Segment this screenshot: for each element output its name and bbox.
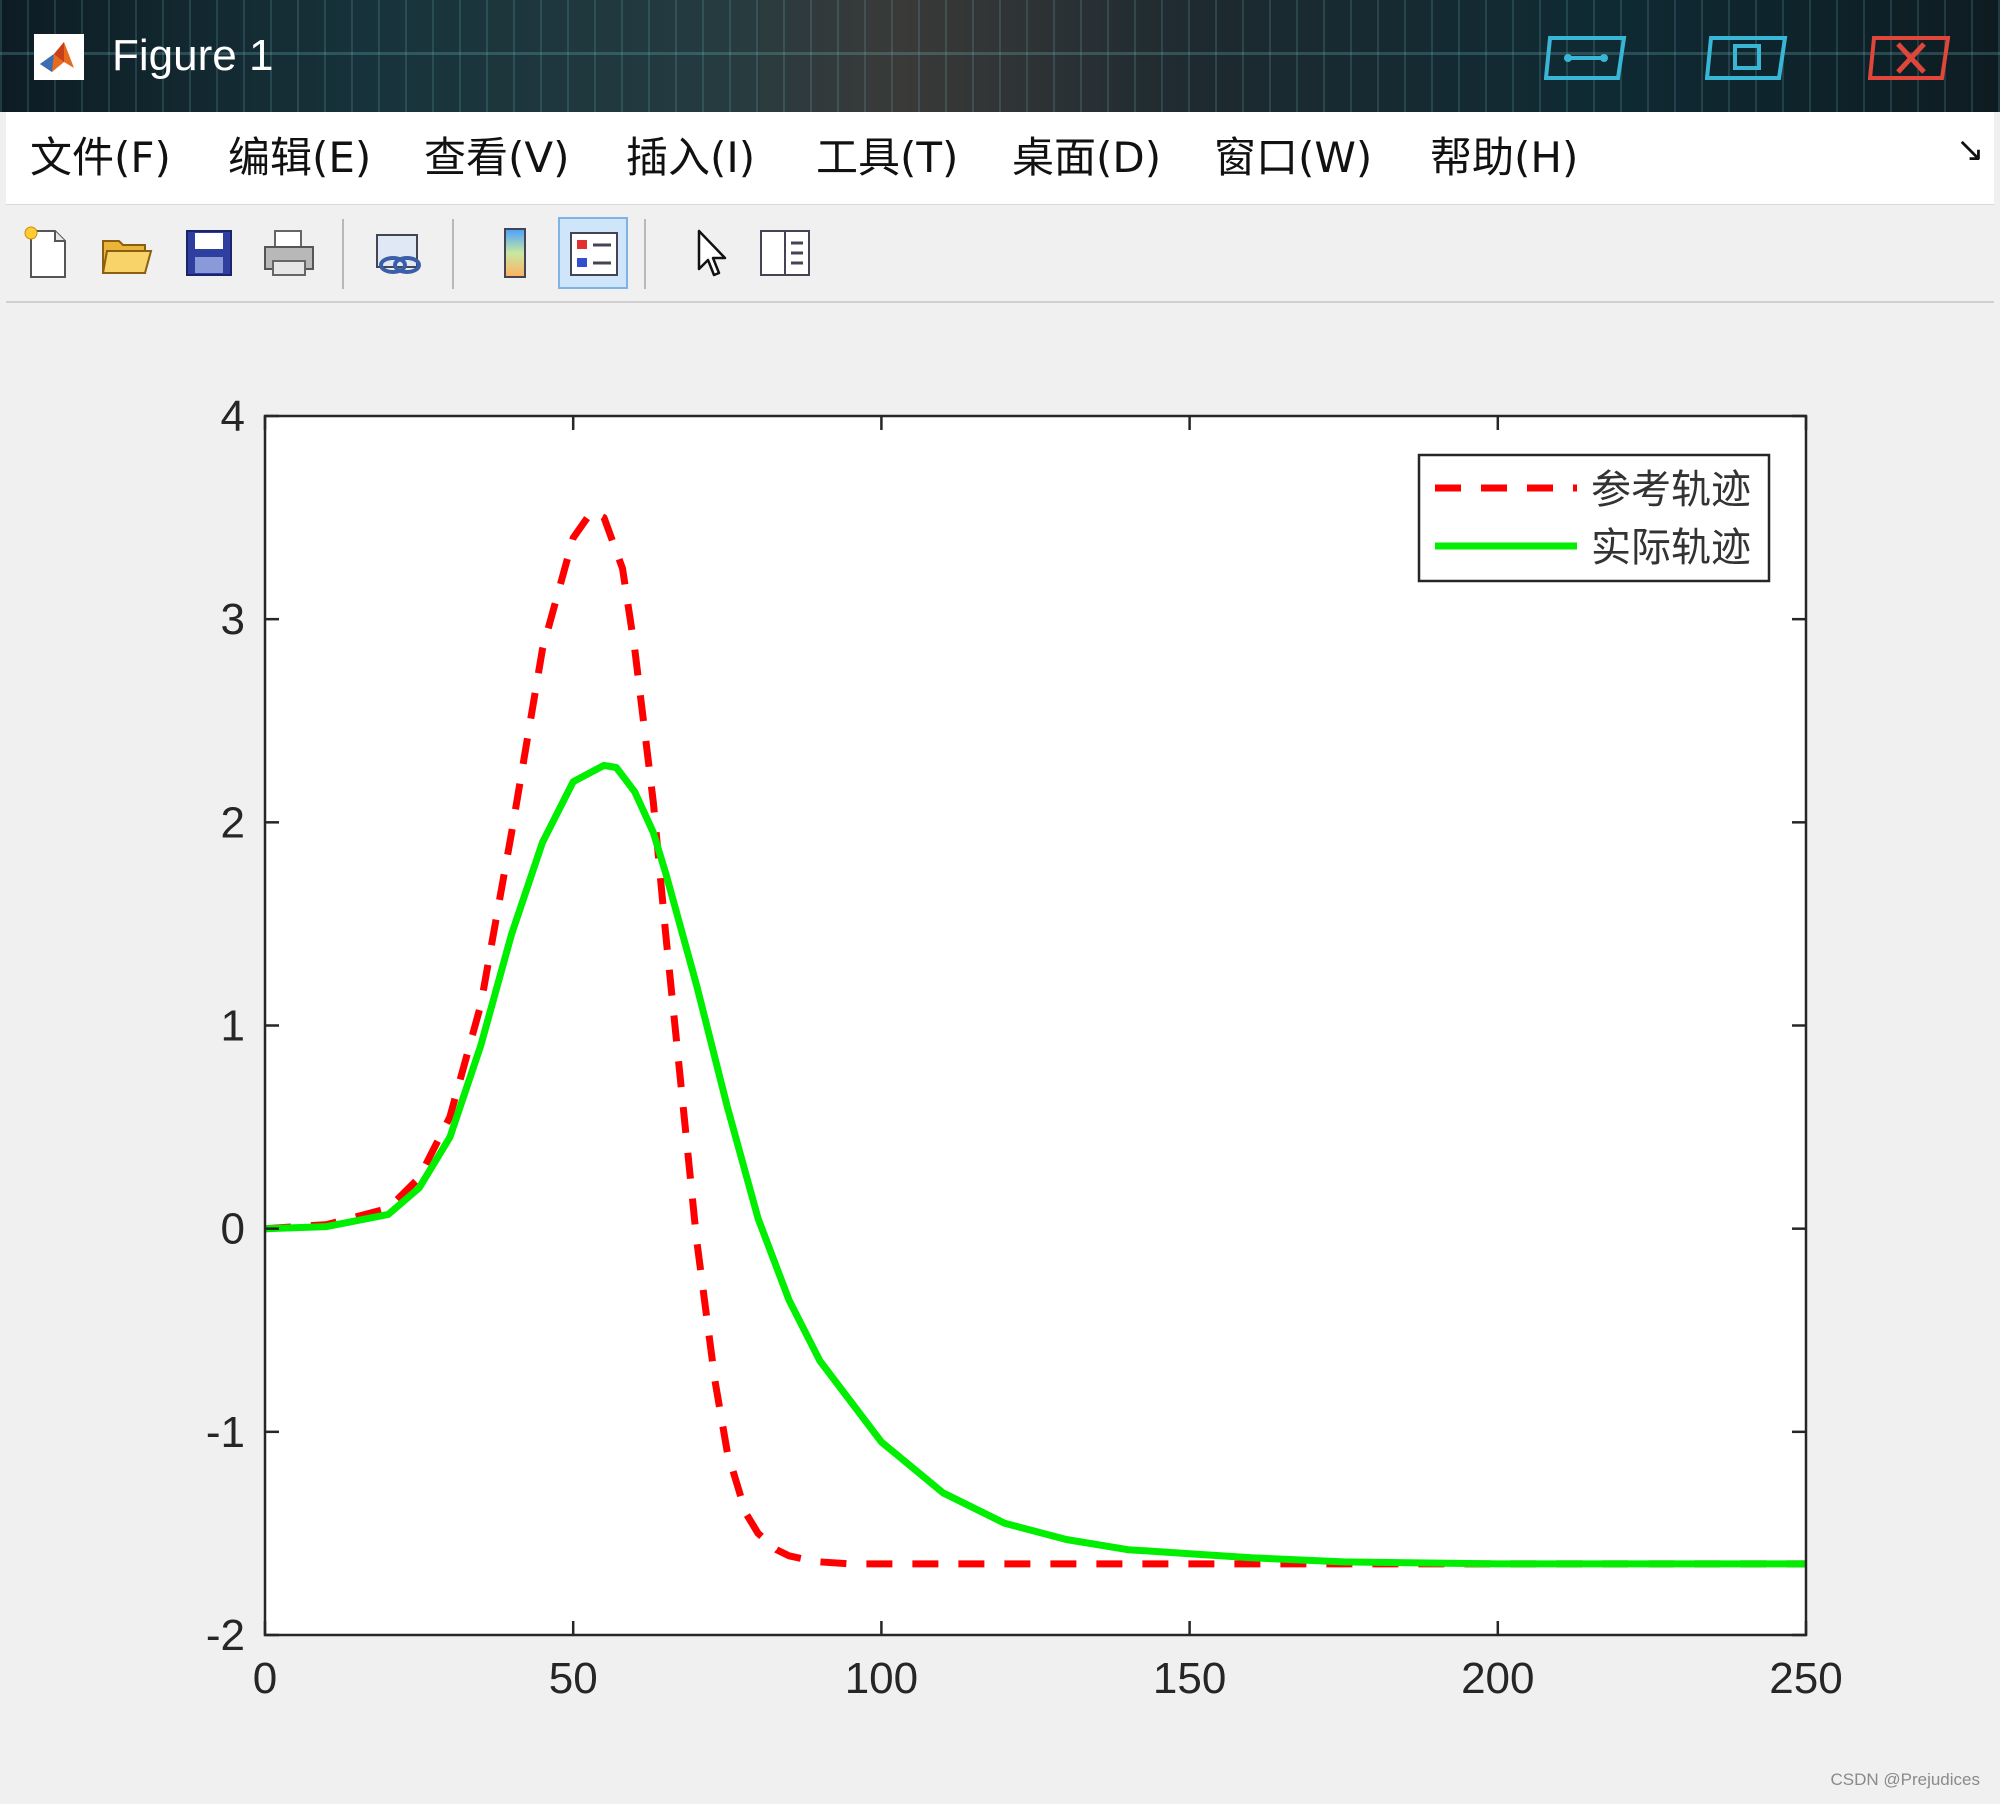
x-tick-label: 100 (845, 1654, 918, 1703)
legend-button[interactable] (558, 217, 628, 289)
watermark: CSDN @Prejudices (1830, 1770, 1980, 1789)
title-bar: Figure 1 (0, 0, 2000, 112)
close-icon[interactable] (1868, 28, 1956, 84)
menu-edit[interactable]: 编辑(E) (228, 128, 371, 188)
y-tick-label: 1 (221, 1002, 245, 1051)
maximize-icon[interactable] (1705, 28, 1793, 84)
toolbar-separator (452, 219, 454, 289)
toolbar-separator (644, 219, 646, 289)
open-file-button[interactable] (92, 217, 162, 289)
new-figure-icon (24, 226, 66, 278)
window-title: Figure 1 (112, 31, 274, 80)
link-plot-icon (376, 234, 421, 274)
legend-label-0: 参考轨迹 (1591, 467, 1751, 513)
menu-help[interactable]: 帮助(H) (1430, 128, 1578, 188)
x-tick-label: 250 (1769, 1654, 1842, 1703)
pointer-icon (697, 229, 727, 277)
legend-label-1: 实际轨迹 (1591, 525, 1751, 571)
x-tick-label: 50 (549, 1654, 598, 1703)
pointer-button[interactable] (674, 217, 744, 289)
toolbar-separator (342, 219, 344, 289)
link-plot-button[interactable] (364, 217, 434, 289)
menu-desktop[interactable]: 桌面(D) (1012, 128, 1161, 188)
property-inspector-icon (760, 230, 810, 276)
colorbar-button[interactable] (480, 217, 550, 289)
y-tick-label: 4 (221, 392, 245, 441)
print-icon (264, 230, 314, 276)
y-tick-label: -2 (206, 1611, 245, 1660)
matlab-icon (34, 34, 84, 80)
colorbar-icon (504, 228, 526, 278)
plot-area (265, 416, 1806, 1635)
menu-view[interactable]: 查看(V) (424, 128, 570, 188)
x-tick-label: 150 (1153, 1654, 1226, 1703)
property-inspector-button[interactable] (750, 217, 820, 289)
new-figure-button[interactable] (12, 217, 82, 289)
menu-window[interactable]: 窗口(W) (1214, 128, 1372, 188)
y-tick-label: 2 (221, 798, 245, 847)
open-file-icon (101, 240, 153, 274)
dock-arrow-icon[interactable]: ↘ (1956, 130, 1985, 170)
figure-canvas: 0 50 100 150 200 250 -2 -1 0 1 2 3 4 参考轨迹实际轨迹 CSDN @P… (6, 303, 1994, 1798)
y-tick-label: 3 (221, 595, 245, 644)
x-tick-label: 200 (1461, 1654, 1534, 1703)
print-button[interactable] (254, 217, 324, 289)
legend-icon (570, 232, 618, 276)
y-tick-label: -1 (206, 1408, 245, 1457)
menu-file[interactable]: 文件(F) (30, 128, 171, 188)
toolbar (6, 205, 1994, 303)
x-tick-label: 0 (253, 1654, 277, 1703)
save-icon (186, 230, 232, 276)
line-chart[interactable]: 0 50 100 150 200 250 -2 -1 0 1 2 3 4 参考轨迹实际轨迹 (6, 303, 1994, 1798)
minimize-icon[interactable] (1544, 28, 1632, 84)
save-button[interactable] (174, 217, 244, 289)
menu-insert[interactable]: 插入(I) (626, 128, 755, 188)
menu-tools[interactable]: 工具(T) (816, 128, 958, 188)
y-tick-label: 0 (221, 1205, 245, 1254)
menu-bar: 文件(F) 编辑(E) 查看(V) 插入(I) 工具(T) 桌面(D) 窗口(W… (6, 112, 1994, 205)
